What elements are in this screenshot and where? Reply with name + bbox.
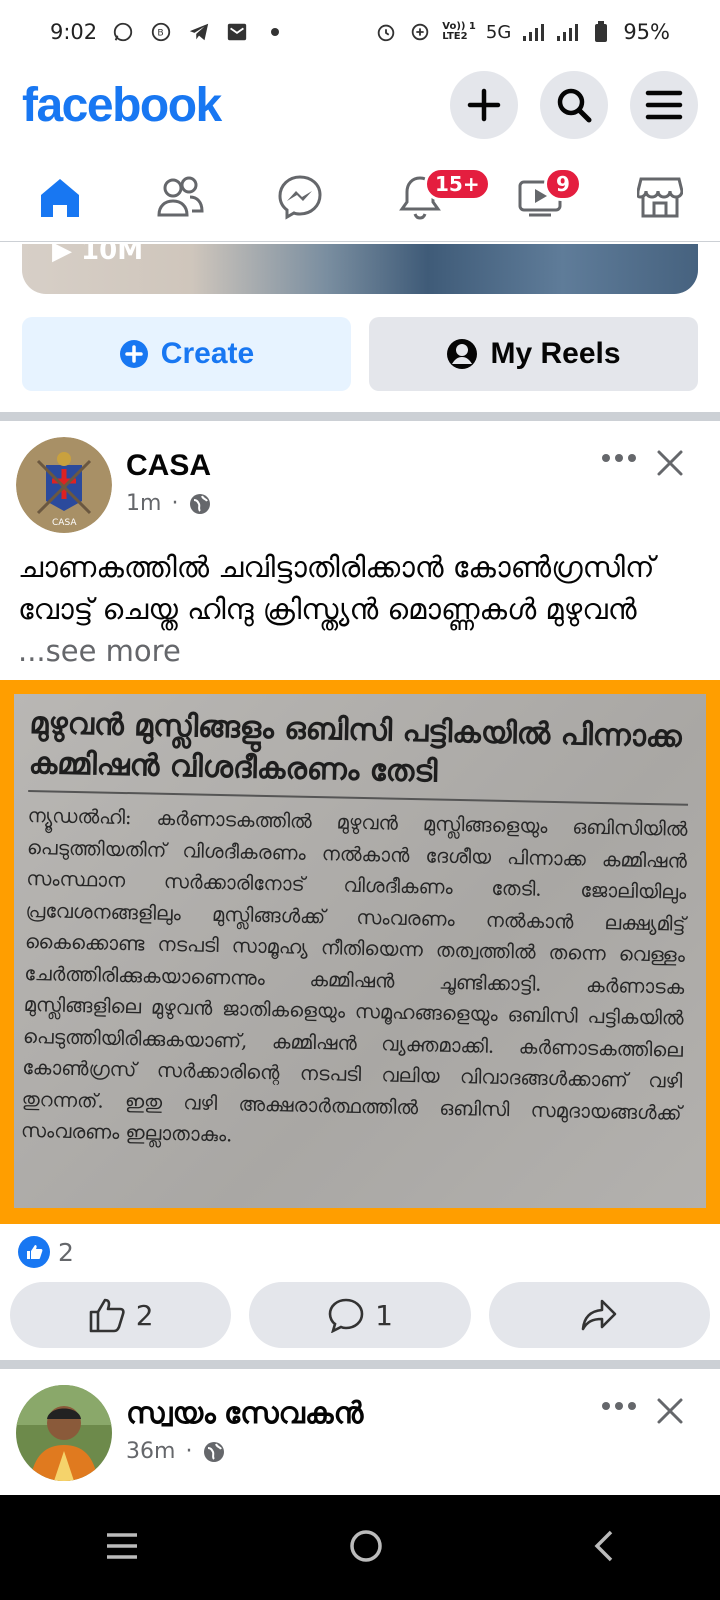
post-meta: 1m · <box>126 491 212 516</box>
reels-create-button[interactable]: Create <box>22 317 351 391</box>
profile-circle-icon <box>447 339 478 369</box>
like-button[interactable]: 2 <box>10 1282 232 1348</box>
main-nav: 15+ 9 <box>0 152 720 242</box>
comment-count: 1 <box>375 1298 393 1332</box>
system-nav-bar <box>0 1495 720 1600</box>
hamburger-icon <box>645 90 683 120</box>
volte-indicator: Vo)) 1 LTE2 <box>442 21 476 42</box>
recents-icon <box>107 1532 137 1559</box>
post-text: ചാണകത്തിൽ ചവിട്ടാതിരിക്കാൻ കോൺഗ്രസിന് വോ… <box>18 546 708 672</box>
reel-view-count: ▶ 10M <box>52 244 144 266</box>
reels-actions: Create My Reels <box>22 317 698 391</box>
feed-divider-2 <box>0 1360 720 1369</box>
post-caption: ചാണകത്തിൽ ചവിട്ടാതിരിക്കാൻ കോൺഗ്രസിന് വോ… <box>18 550 655 626</box>
post-time: 1m <box>126 491 162 516</box>
home-icon <box>41 178 79 217</box>
globe-icon <box>204 1441 225 1462</box>
reaction-summary[interactable]: 2 <box>18 1236 74 1268</box>
avatar[interactable] <box>16 1385 112 1481</box>
post-author[interactable]: സ്വയം സേവകൻ <box>126 1397 363 1431</box>
tab-home[interactable] <box>20 157 100 237</box>
tab-friends[interactable] <box>140 157 220 237</box>
plus-circle-icon <box>119 340 148 368</box>
recent-apps-button[interactable] <box>104 1531 140 1565</box>
newspaper-clipping: മുഴുവൻ മുസ്ലിങ്ങളും ഒബിസി പട്ടികയിൽ പിന്… <box>14 694 706 1208</box>
tab-video[interactable]: 9 <box>500 157 582 237</box>
facebook-logo[interactable]: facebook <box>22 78 222 133</box>
post-meta: 36m · <box>126 1439 226 1464</box>
network-type: 5G <box>485 21 512 43</box>
data-saver-icon <box>408 20 432 44</box>
comment-button[interactable]: 1 <box>249 1282 471 1348</box>
more-options-button[interactable] <box>600 449 638 468</box>
tab-notifications[interactable]: 15+ <box>380 157 491 237</box>
post-actions: 2 1 <box>10 1282 710 1348</box>
dot-icon <box>263 20 287 44</box>
clipping-headline: മുഴുവൻ മുസ്ലിങ്ങളും ഒബിസി പട്ടികയിൽ പിന്… <box>28 704 690 806</box>
search-icon <box>557 88 592 123</box>
reaction-count: 2 <box>58 1237 74 1267</box>
thumbs-up-icon <box>89 1298 125 1333</box>
app-header: facebook <box>0 64 720 146</box>
hide-post-button[interactable] <box>656 1397 684 1429</box>
post-header: CASA CASA 1m · <box>0 421 720 533</box>
share-icon <box>582 1299 617 1331</box>
post-header-2: സ്വയം സേവകൻ 36m · <box>0 1369 720 1481</box>
more-dots-icon <box>602 1402 636 1410</box>
battery-icon <box>589 20 613 44</box>
meta-separator: · <box>171 491 179 516</box>
my-reels-button[interactable]: My Reels <box>369 317 698 391</box>
like-reaction-icon <box>18 1236 50 1268</box>
messenger-icon <box>278 174 322 220</box>
more-dots-icon <box>602 454 636 462</box>
tab-messenger[interactable] <box>260 157 340 237</box>
status-bar: 9:02 B Vo)) 1 LTE2 5G 95% <box>0 0 720 64</box>
avatar[interactable]: CASA <box>16 437 112 533</box>
marketplace-icon <box>637 177 683 217</box>
back-button[interactable] <box>592 1529 616 1567</box>
see-more-link[interactable]: ...see more <box>18 634 181 668</box>
post-image[interactable]: മുഴുവൻ മുസ്ലിങ്ങളും ഒബിസി പട്ടികയിൽ പിന്… <box>0 680 720 1224</box>
feed-divider <box>0 412 720 421</box>
create-label: Create <box>160 337 255 370</box>
alarm-icon <box>374 20 398 44</box>
mail-icon <box>225 20 249 44</box>
tab-marketplace[interactable] <box>620 157 700 237</box>
video-badge: 9 <box>544 166 582 201</box>
svg-text:B: B <box>158 28 164 39</box>
notifications-badge: 15+ <box>424 166 491 201</box>
post-author[interactable]: CASA <box>126 449 211 483</box>
signal-icon-2 <box>555 20 579 44</box>
comment-icon <box>328 1298 364 1333</box>
plus-icon <box>467 88 501 122</box>
share-button[interactable] <box>488 1282 710 1348</box>
search-button[interactable] <box>540 71 608 139</box>
telegram-icon <box>187 20 211 44</box>
close-icon <box>657 1398 683 1424</box>
like-count: 2 <box>135 1298 154 1332</box>
more-options-button[interactable] <box>600 1397 638 1416</box>
my-reels-label: My Reels <box>490 337 621 370</box>
signal-icon-1 <box>521 20 545 44</box>
svg-text:CASA: CASA <box>52 518 77 528</box>
create-button[interactable] <box>450 71 518 139</box>
home-circle-icon <box>350 1529 382 1562</box>
home-button[interactable] <box>348 1528 384 1568</box>
globe-icon <box>190 493 211 514</box>
clipping-body: ന്യൂഡൽഹി: കർണാടകത്തിൽ മുഴുവൻ മുസ്ലിങ്ങളെ… <box>20 803 688 1147</box>
post-time: 36m <box>126 1439 176 1464</box>
whatsapp-icon <box>111 20 135 44</box>
menu-button[interactable] <box>630 71 698 139</box>
back-chevron-icon <box>594 1530 613 1561</box>
status-time: 9:02 <box>50 20 98 44</box>
reels-preview[interactable]: ▶ 10M <box>22 244 698 294</box>
meta-separator: · <box>185 1439 193 1464</box>
friends-icon <box>157 176 204 216</box>
business-whatsapp-icon: B <box>149 20 173 44</box>
hide-post-button[interactable] <box>656 449 684 481</box>
battery-percent: 95% <box>623 20 670 44</box>
close-icon <box>657 450 683 476</box>
